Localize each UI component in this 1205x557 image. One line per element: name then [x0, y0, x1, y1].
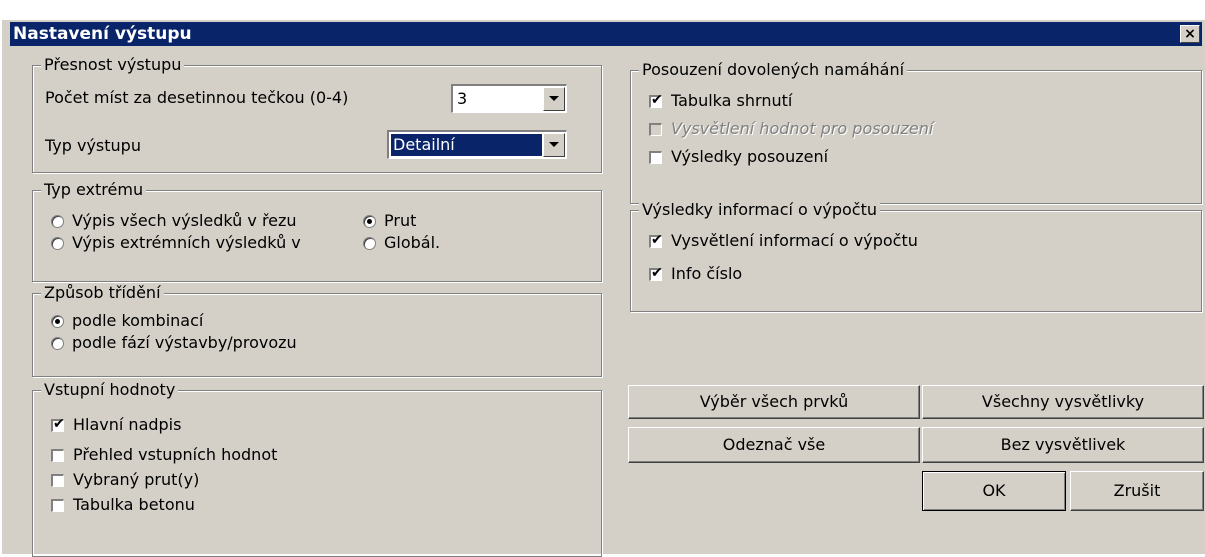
checkbox[interactable] — [51, 473, 64, 487]
radio-by-combinations[interactable]: podle kombinací — [51, 311, 203, 331]
output-precision-title: Přesnost výstupu — [41, 56, 185, 74]
radio-button[interactable] — [51, 236, 64, 250]
checkbox[interactable]: ✔ — [51, 415, 65, 432]
output-precision-group: Přesnost výstupu Počet míst za desetinno… — [32, 56, 602, 173]
radio-button[interactable] — [363, 236, 376, 250]
decimals-select[interactable]: 3 — [451, 84, 567, 113]
radio-button[interactable] — [363, 214, 376, 228]
radio-label: Výpis extrémních výsledků v — [72, 233, 301, 252]
checkbox[interactable] — [51, 498, 64, 512]
window-title: Nastavení výstupu — [13, 24, 192, 44]
checkbox-label: Tabulka shrnutí — [671, 91, 793, 110]
calc-info-title: Výsledky informací o výpočtu — [639, 201, 881, 219]
radio-label: podle fází výstavby/provozu — [72, 333, 297, 352]
select-all-button[interactable]: Výběr všech prvků — [628, 385, 920, 419]
checkbox-label: Vysvětlení hodnot pro posouzení — [671, 119, 934, 138]
checkbox-selected-members[interactable]: Vybraný prut(y) — [51, 470, 199, 490]
checkbox[interactable]: ✔ — [649, 91, 663, 108]
stress-check-title: Posouzení dovolených namáhání — [639, 61, 908, 79]
extreme-type-title: Typ extrému — [41, 181, 147, 199]
checkbox-label: Tabulka betonu — [73, 495, 195, 514]
checkbox[interactable] — [649, 150, 662, 164]
sorting-title: Způsob třídění — [41, 284, 164, 302]
checkbox-calc-info-explanation[interactable]: ✔ Vysvětlení informací o výpočtu — [649, 231, 918, 251]
checkbox[interactable]: ✔ — [649, 231, 663, 248]
radio-button[interactable] — [51, 314, 64, 328]
output-type-label: Typ výstupu — [45, 136, 141, 155]
calc-info-group: Výsledky informací o výpočtu ✔ Vysvětlen… — [630, 201, 1202, 312]
radio-all-results[interactable]: Výpis všech výsledků v řezu — [51, 211, 297, 231]
decimals-dropdown-icon[interactable] — [543, 87, 565, 111]
input-values-group: Vstupní hodnoty ✔ Hlavní nadpis Přehled … — [32, 381, 602, 557]
checkbox[interactable]: ✔ — [649, 264, 663, 281]
checkbox-label: Přehled vstupních hodnot — [73, 445, 278, 464]
checkbox-check-results[interactable]: Výsledky posouzení — [649, 147, 828, 167]
close-button[interactable]: × — [1180, 25, 1200, 43]
radio-global[interactable]: Globál. — [363, 233, 440, 253]
cancel-button[interactable]: Zrušit — [1070, 471, 1204, 511]
extreme-type-group: Typ extrému Výpis všech výsledků v řezu … — [32, 181, 602, 282]
sorting-group: Způsob třídění podle kombinací podle fáz… — [32, 284, 602, 377]
checkbox-input-overview[interactable]: Přehled vstupních hodnot — [51, 445, 277, 465]
radio-button[interactable] — [51, 214, 64, 228]
checkbox-label: Vybraný prut(y) — [73, 470, 200, 489]
checkmark-icon: ✔ — [651, 231, 663, 248]
checkbox-label: Výsledky posouzení — [671, 147, 829, 166]
close-icon: × — [1184, 26, 1196, 42]
radio-selected-dot — [367, 218, 372, 224]
checkmark-icon: ✔ — [651, 264, 663, 281]
dialog-window: Nastavení výstupu × Přesnost výstupu Poč… — [0, 18, 1205, 557]
no-explanations-button[interactable]: Bez vysvětlivek — [922, 427, 1204, 463]
radio-label: Globál. — [384, 233, 441, 252]
checkbox — [649, 122, 662, 136]
checkmark-icon: ✔ — [53, 415, 65, 432]
all-explanations-button[interactable]: Všechny vysvětlivky — [922, 385, 1204, 419]
radio-label: Výpis všech výsledků v řezu — [72, 211, 297, 230]
radio-button[interactable] — [51, 336, 64, 350]
checkbox-info-number[interactable]: ✔ Info číslo — [649, 264, 742, 284]
checkbox-label: Info číslo — [671, 264, 743, 283]
title-bar: Nastavení výstupu × — [10, 22, 1202, 46]
checkbox-value-explanation: Vysvětlení hodnot pro posouzení — [649, 119, 933, 139]
checkbox-concrete-table[interactable]: Tabulka betonu — [51, 495, 195, 515]
input-values-title: Vstupní hodnoty — [41, 381, 179, 399]
decimals-label: Počet míst za desetinnou tečkou (0-4) — [45, 88, 349, 107]
checkbox-summary-table[interactable]: ✔ Tabulka shrnutí — [649, 91, 792, 111]
radio-label: Prut — [384, 211, 417, 230]
output-type-select[interactable]: Detailní — [387, 130, 567, 159]
radio-extreme-results[interactable]: Výpis extrémních výsledků v — [51, 233, 301, 253]
checkbox-label: Hlavní nadpis — [73, 415, 182, 434]
checkbox-main-heading[interactable]: ✔ Hlavní nadpis — [51, 415, 181, 435]
checkmark-icon: ✔ — [651, 91, 663, 108]
output-type-value: Detailní — [391, 134, 542, 156]
checkbox[interactable] — [51, 448, 64, 462]
radio-member[interactable]: Prut — [363, 211, 416, 231]
radio-by-phases[interactable]: podle fází výstavby/provozu — [51, 333, 297, 353]
radio-label: podle kombinací — [72, 311, 204, 330]
output-type-dropdown-icon[interactable] — [543, 133, 565, 157]
checkbox-label: Vysvětlení informací o výpočtu — [671, 231, 918, 250]
decimals-value: 3 — [457, 89, 468, 108]
ok-button[interactable]: OK — [922, 471, 1066, 511]
deselect-all-button[interactable]: Odeznač vše — [628, 427, 920, 463]
radio-selected-dot — [55, 318, 60, 324]
stress-check-group: Posouzení dovolených namáhání ✔ Tabulka … — [630, 61, 1202, 204]
